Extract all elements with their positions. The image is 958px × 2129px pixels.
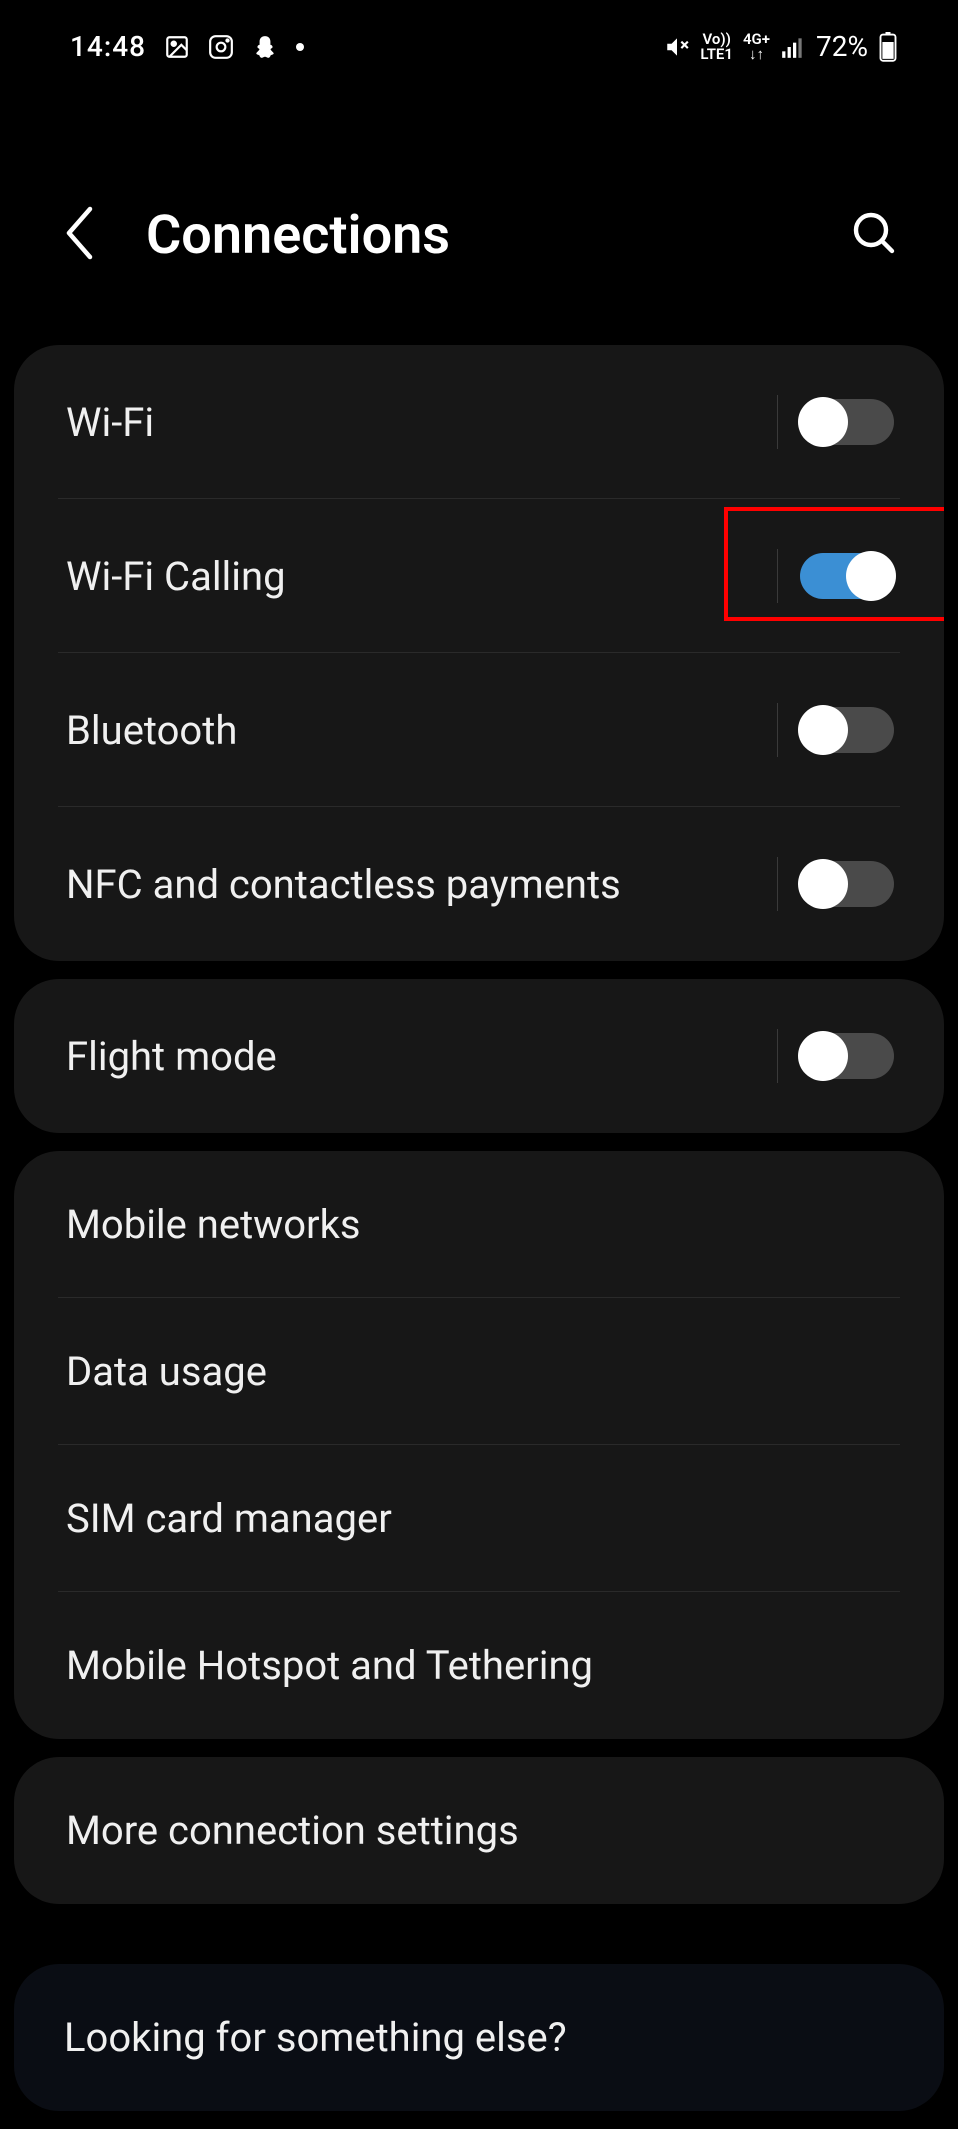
- row-label: Mobile networks: [66, 1201, 361, 1248]
- bluetooth-toggle[interactable]: [800, 707, 894, 753]
- settings-group-4: More connection settings: [14, 1757, 944, 1904]
- row-label: Bluetooth: [66, 707, 237, 754]
- row-label: Data usage: [66, 1348, 267, 1395]
- snapchat-icon: [252, 34, 278, 60]
- settings-group-2: Flight mode: [14, 979, 944, 1133]
- row-label: More connection settings: [66, 1807, 519, 1854]
- status-bar: 14:48 Vo)) LTE1 4G+ ↓↑ 72%: [0, 0, 958, 83]
- row-wifi[interactable]: Wi-Fi: [14, 345, 944, 499]
- row-bluetooth[interactable]: Bluetooth: [14, 653, 944, 807]
- row-sim-card-manager[interactable]: SIM card manager: [14, 1445, 944, 1592]
- toggle-divider: [777, 1029, 778, 1083]
- toggle-wrap: [777, 395, 894, 449]
- instagram-icon: [208, 34, 234, 60]
- settings-group-3: Mobile networks Data usage SIM card mana…: [14, 1151, 944, 1739]
- row-label: NFC and contactless payments: [66, 861, 621, 908]
- status-bar-left: 14:48: [70, 30, 304, 63]
- settings-group-1: Wi-Fi Wi-Fi Calling Bluetooth NFC and co…: [14, 345, 944, 961]
- status-time: 14:48: [70, 30, 146, 63]
- row-more-connection-settings[interactable]: More connection settings: [14, 1757, 944, 1904]
- search-button[interactable]: [850, 209, 898, 261]
- row-label: Mobile Hotspot and Tethering: [66, 1642, 593, 1689]
- toggle-wrap: [777, 703, 894, 757]
- row-label: SIM card manager: [66, 1495, 392, 1542]
- status-bar-right: Vo)) LTE1 4G+ ↓↑ 72%: [664, 30, 898, 63]
- row-nfc[interactable]: NFC and contactless payments: [14, 807, 944, 961]
- back-button[interactable]: [60, 203, 96, 267]
- toggle-wrap: [777, 1029, 894, 1083]
- mute-icon: [664, 34, 690, 60]
- toggle-wrap: [777, 549, 894, 603]
- row-mobile-networks[interactable]: Mobile networks: [14, 1151, 944, 1298]
- row-mobile-hotspot[interactable]: Mobile Hotspot and Tethering: [14, 1592, 944, 1739]
- row-wifi-calling[interactable]: Wi-Fi Calling: [14, 499, 944, 653]
- flight-mode-toggle[interactable]: [800, 1033, 894, 1079]
- toggle-divider: [777, 395, 778, 449]
- more-notifications-dot: [296, 43, 304, 51]
- battery-percent: 72%: [816, 30, 868, 63]
- wifi-toggle[interactable]: [800, 399, 894, 445]
- toggle-divider: [777, 857, 778, 911]
- nfc-toggle[interactable]: [800, 861, 894, 907]
- volte-indicator: Vo)) LTE1: [700, 32, 733, 62]
- toggle-divider: [777, 703, 778, 757]
- row-flight-mode[interactable]: Flight mode: [14, 979, 944, 1133]
- wifi-calling-toggle[interactable]: [800, 553, 894, 599]
- signal-icon: [780, 34, 806, 60]
- row-label: Wi-Fi Calling: [66, 553, 286, 600]
- search-prompt-card[interactable]: Looking for something else?: [14, 1964, 944, 2111]
- row-data-usage[interactable]: Data usage: [14, 1298, 944, 1445]
- page-title: Connections: [146, 204, 450, 267]
- gallery-icon: [164, 34, 190, 60]
- row-label: Wi-Fi: [66, 399, 154, 446]
- toggle-divider: [777, 549, 778, 603]
- battery-icon: [878, 32, 898, 62]
- network-gen-indicator: 4G+ ↓↑: [743, 32, 770, 62]
- search-prompt-text: Looking for something else?: [64, 2014, 567, 2061]
- row-label: Flight mode: [66, 1033, 277, 1080]
- toggle-wrap: [777, 857, 894, 911]
- header-left: Connections: [60, 203, 450, 267]
- page-header: Connections: [0, 83, 958, 327]
